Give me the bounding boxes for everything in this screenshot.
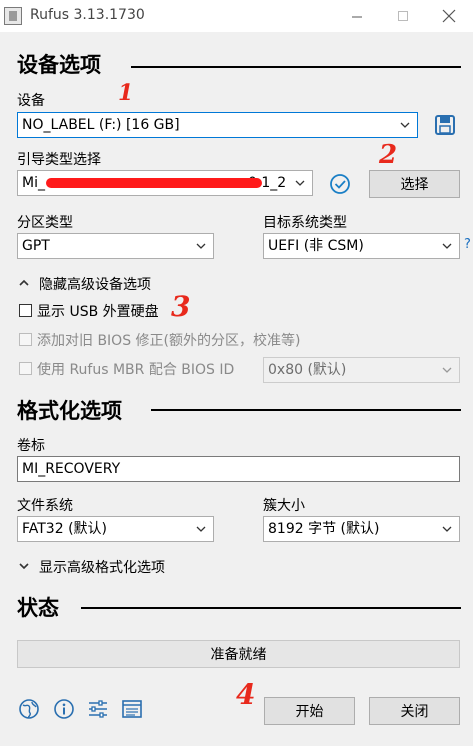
format-options-title: 格式化选项 (17, 399, 122, 423)
device-select-value: NO_LABEL (F:) [16 GB] (22, 117, 180, 133)
device-options-title: 设备选项 (17, 53, 101, 77)
settings-button[interactable] (87, 698, 109, 720)
redaction-mark (46, 178, 262, 188)
rufus-mbr-checkbox[interactable] (19, 362, 32, 375)
section-divider (151, 409, 461, 411)
maximize-icon (398, 11, 408, 21)
section-divider (81, 607, 461, 609)
log-button[interactable] (121, 698, 143, 720)
globe-icon (19, 699, 39, 719)
chevron-down-icon (442, 243, 452, 249)
cluster-size-value: 8192 字节 (默认) (268, 521, 380, 537)
annotation-2: 2 (379, 140, 398, 170)
advanced-format-toggle-label: 显示高级格式化选项 (39, 560, 165, 576)
log-icon (122, 700, 142, 718)
device-select[interactable]: NO_LABEL (F:) [16 GB] (17, 112, 418, 138)
rufus-app-icon (4, 7, 22, 25)
file-system-select[interactable]: FAT32 (默认) (17, 516, 214, 542)
target-help-link[interactable]: ? (464, 237, 471, 252)
cluster-size-select[interactable]: 8192 字节 (默认) (263, 516, 460, 542)
volume-label-input[interactable]: MI_RECOVERY (17, 456, 460, 482)
bios-id-select[interactable]: 0x80 (默认) (263, 357, 460, 383)
partition-scheme-select[interactable]: GPT (17, 233, 214, 259)
settings-sliders-icon (89, 700, 107, 718)
partition-scheme-value: GPT (22, 238, 50, 254)
chevron-down-icon (442, 526, 452, 532)
annotation-3: 3 (171, 290, 191, 323)
minimize-button[interactable] (334, 0, 380, 32)
info-icon (54, 699, 74, 719)
save-icon (435, 115, 455, 135)
chevron-down-icon (295, 180, 305, 186)
advanced-device-toggle-label: 隐藏高级设备选项 (39, 277, 151, 293)
chevron-up-icon (19, 279, 29, 286)
start-button[interactable]: 开始 (264, 697, 355, 725)
chevron-down-icon (442, 367, 452, 373)
boot-selection-label: 引导类型选择 (17, 152, 101, 168)
target-system-select[interactable]: UEFI (非 CSM) (263, 233, 460, 259)
check-circle-icon (330, 174, 350, 194)
usb-hdd-label: 显示 USB 外置硬盘 (37, 304, 159, 320)
section-divider (131, 66, 461, 68)
about-button[interactable] (53, 698, 75, 720)
file-system-value: FAT32 (默认) (22, 521, 107, 537)
language-button[interactable] (18, 698, 40, 720)
maximize-button[interactable] (380, 0, 426, 32)
advanced-format-toggle[interactable]: 显示高级格式化选项 (17, 557, 217, 576)
file-system-label: 文件系统 (17, 498, 73, 514)
status-title: 状态 (17, 596, 59, 620)
annotation-4: 4 (236, 678, 256, 711)
status-bar: 准备就绪 (17, 640, 460, 668)
close-button[interactable]: 关闭 (369, 697, 460, 725)
target-system-value: UEFI (非 CSM) (268, 238, 364, 254)
rufus-mbr-label: 使用 Rufus MBR 配合 BIOS ID (37, 362, 235, 378)
old-bios-fix-label: 添加对旧 BIOS 修正(额外的分区，校准等) (37, 333, 301, 349)
minimize-icon (352, 16, 362, 18)
partition-scheme-label: 分区类型 (17, 215, 73, 231)
close-window-button[interactable] (426, 0, 472, 32)
chevron-down-icon (196, 526, 206, 532)
chevron-down-icon (19, 563, 29, 570)
boot-value-start: Mi_ (22, 175, 45, 191)
select-image-button[interactable]: 选择 (369, 170, 460, 198)
target-system-label: 目标系统类型 (263, 215, 347, 231)
save-device-button[interactable] (434, 114, 456, 136)
window-title: Rufus 3.13.1730 (30, 7, 145, 23)
bios-id-value: 0x80 (默认) (268, 362, 347, 378)
volume-label-label: 卷标 (17, 438, 45, 454)
close-icon (442, 9, 456, 23)
annotation-1: 1 (118, 80, 134, 106)
chevron-down-icon (400, 122, 410, 128)
verify-hash-button[interactable] (329, 173, 351, 195)
device-label: 设备 (17, 93, 45, 109)
old-bios-fix-checkbox[interactable] (19, 333, 32, 346)
cluster-size-label: 簇大小 (263, 498, 305, 514)
usb-hdd-checkbox[interactable] (19, 304, 32, 317)
chevron-down-icon (196, 243, 206, 249)
